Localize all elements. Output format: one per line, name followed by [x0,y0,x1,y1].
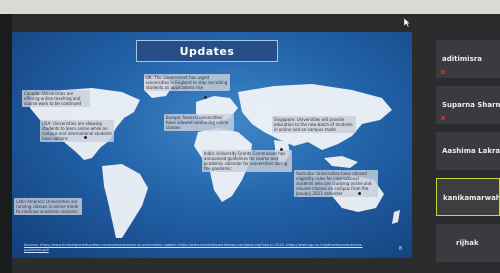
mic-off-icon [440,115,446,121]
note-uk: UK: The Government has urged universitie… [144,74,230,91]
southeast-asia-shape [324,156,358,168]
marker-australia [358,192,361,195]
participant-tile[interactable]: Suparna Sharma [436,86,500,124]
participant-name: Suparna Sharma [442,101,500,109]
participant-tile-active-speaker[interactable]: kanikamarwah [436,178,500,216]
note-usa: USA: Universities are allowing students … [40,120,114,142]
south-america-shape [102,164,148,238]
participant-name: kanikamarwah [443,194,500,202]
slide-sources: Sources: https://www.timeshighereducatio… [24,243,384,252]
note-australia: Australia: Universities have relaxed eli… [294,170,378,197]
participant-tile[interactable]: Aashima Lakra [436,132,500,170]
participant-name: Aashima Lakra [442,147,500,155]
marker-uk [204,96,207,99]
mic-off-icon [440,69,446,75]
participant-tile[interactable]: aditimisra [436,40,500,78]
marker-india [280,148,283,151]
note-canada: Canada: Universities are offering online… [22,90,90,107]
slide-title-bar: Updates [136,40,278,62]
participant-name: aditimisra [442,55,482,63]
marker-usa [84,136,87,139]
slide-page-number: 8 [398,246,402,252]
note-singapore: Singapore: Universities will provide edu… [272,116,356,133]
note-europe: Europe: Several universities have allowe… [164,114,234,131]
window-top-strip [0,0,500,14]
sources-link[interactable]: Sources: https://www.timeshighereducatio… [24,243,363,252]
mouse-pointer-icon [404,18,411,27]
note-india: India: University Grants Commission has … [202,150,292,172]
participant-tile[interactable]: rijhak [436,224,500,262]
participants-panel: aditimisra Suparna Sharma Aashima Lakra … [436,40,500,265]
presentation-slide: Updates USA: Universities are allowing s… [12,32,412,258]
new-zealand-shape [392,210,400,224]
participant-name: rijhak [456,239,479,247]
window-left-edge [0,14,12,273]
note-latin-america: Latin America: Universities are running … [14,198,82,215]
slide-title: Updates [179,44,235,58]
